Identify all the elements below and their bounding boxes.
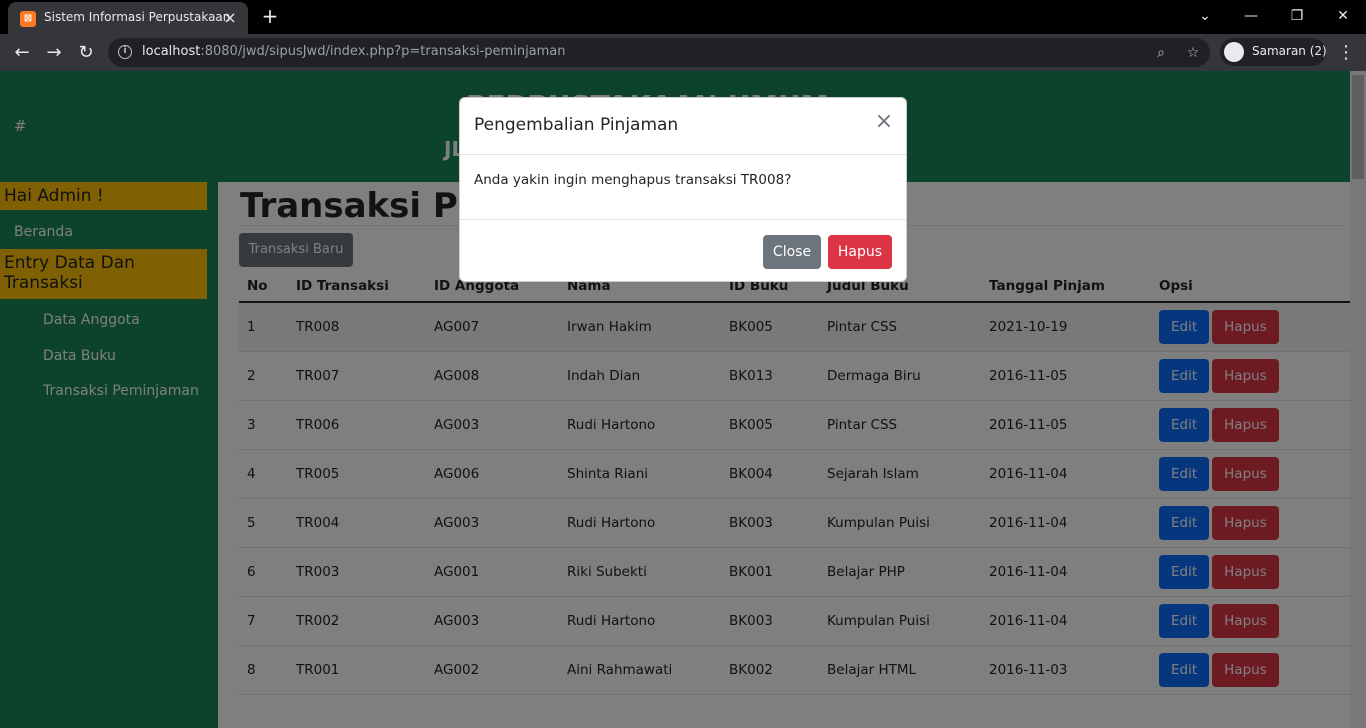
url-path: :8080/jwd/sipusJwd/index.php?p=transaksi… bbox=[200, 44, 566, 59]
page: # PERPUSTAKAAN UMUM JL Hai Admin ! Beran… bbox=[0, 71, 1366, 728]
profile-label: Samaran (2) bbox=[1252, 44, 1327, 58]
address-bar[interactable]: i localhost:8080/jwd/sipusJwd/index.php?… bbox=[108, 38, 1210, 67]
tab-title: Sistem Informasi Perpustakaan bbox=[44, 10, 231, 24]
reload-icon[interactable]: ↻ bbox=[72, 39, 100, 67]
close-button[interactable]: Close bbox=[763, 235, 821, 269]
incognito-icon bbox=[1224, 42, 1244, 62]
close-icon[interactable]: × bbox=[874, 111, 894, 133]
zoom-icon[interactable]: ⌕ bbox=[1151, 43, 1171, 63]
minimize-icon[interactable]: — bbox=[1228, 4, 1274, 28]
modal-header: Pengembalian Pinjaman × bbox=[460, 98, 906, 155]
forward-icon[interactable]: → bbox=[40, 39, 68, 67]
close-window-icon[interactable]: ✕ bbox=[1320, 4, 1366, 28]
url-text: localhost:8080/jwd/sipusJwd/index.php?p=… bbox=[142, 44, 566, 59]
modal-footer: Close Hapus bbox=[460, 219, 906, 281]
browser-menu-icon[interactable]: ⋮ bbox=[1334, 39, 1358, 67]
tab-close-icon[interactable]: × bbox=[220, 8, 240, 28]
modal-title: Pengembalian Pinjaman bbox=[474, 115, 679, 135]
restore-icon[interactable]: ❐ bbox=[1274, 4, 1320, 28]
favicon-icon: ⊠ bbox=[20, 11, 36, 27]
modal-message: Anda yakin ingin menghapus transaksi TR0… bbox=[474, 172, 792, 188]
tab-search-icon[interactable]: ⌄ bbox=[1182, 4, 1228, 28]
new-tab-icon[interactable]: + bbox=[258, 4, 282, 28]
browser-tab-bar: ⊠ Sistem Informasi Perpustakaan × + ⌄ — … bbox=[0, 0, 1366, 34]
bookmark-star-icon[interactable]: ☆ bbox=[1183, 43, 1203, 63]
url-host: localhost bbox=[142, 44, 201, 59]
incognito-profile-button[interactable]: Samaran (2) bbox=[1220, 38, 1327, 66]
browser-toolbar: ← → ↻ i localhost:8080/jwd/sipusJwd/inde… bbox=[0, 34, 1366, 71]
site-info-icon[interactable]: i bbox=[118, 45, 132, 59]
confirm-delete-button[interactable]: Hapus bbox=[828, 235, 892, 269]
back-icon[interactable]: ← bbox=[8, 39, 36, 67]
confirm-delete-modal: Pengembalian Pinjaman × Anda yakin ingin… bbox=[459, 97, 907, 282]
browser-tab[interactable]: ⊠ Sistem Informasi Perpustakaan × bbox=[8, 2, 248, 34]
